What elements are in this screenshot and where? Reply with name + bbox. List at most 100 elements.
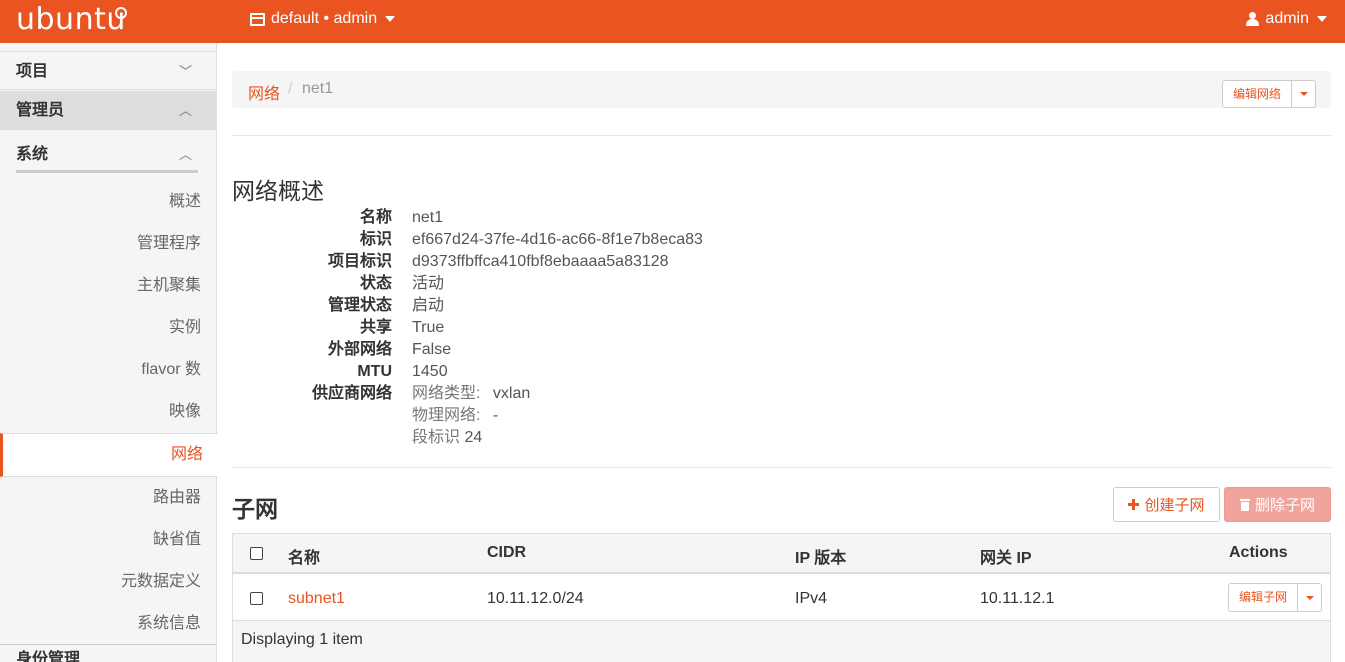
row-actions-dropdown-toggle[interactable] — [1298, 584, 1321, 611]
detail-label: 项目标识 — [327, 253, 392, 270]
caret-down-icon — [385, 16, 396, 22]
top-navbar: ubuntu default • admin admin — [0, 0, 1345, 43]
row-actions-button-group: 编辑子网 — [1228, 583, 1323, 612]
sidebar-section-project[interactable]: 项目 ﹀ — [0, 51, 216, 90]
edit-subnet-button[interactable]: 编辑子网 — [1229, 584, 1299, 611]
detail-label: 状态 — [359, 275, 392, 292]
sidebar-item-metadata-definitions[interactable]: 元数据定义 — [0, 561, 216, 603]
provider-network-type: 网络类型: vxlan — [412, 383, 530, 405]
divider — [232, 467, 1331, 468]
provider-type-value: vxlan — [492, 385, 531, 402]
table-row: subnet1 10.11.12.0/24 IPv4 10.11.12.1 编辑… — [233, 575, 1330, 621]
sidebar-item-system-info[interactable]: 系统信息 — [0, 603, 216, 645]
trash-icon — [1239, 498, 1250, 511]
detail-row-external-network: 外部网络 False — [232, 339, 832, 361]
provider-segment-label: 段标识 — [412, 429, 461, 446]
subnets-heading: 子网 — [232, 496, 278, 522]
column-header-ip-version[interactable]: IP 版本 — [795, 544, 846, 568]
breadcrumb-networks-link[interactable]: 网络 — [248, 80, 280, 104]
column-header-name[interactable]: 名称 — [288, 544, 320, 568]
detail-row-project-id: 项目标识 d9373ffbffca410fbf8ebaaaa5a83128 — [232, 251, 832, 273]
detail-value: 1450 — [412, 363, 448, 380]
detail-value: 活动 — [412, 275, 445, 292]
subnet-ip-version: IPv4 — [795, 590, 828, 607]
provider-type-label: 网络类型: — [412, 385, 481, 402]
create-subnet-label: 创建子网 — [1144, 497, 1205, 514]
chevron-up-icon: ︿ — [178, 103, 192, 118]
select-all-checkbox[interactable] — [250, 547, 263, 560]
sidebar-item-flavors[interactable]: flavor 数 — [0, 349, 216, 391]
row-checkbox[interactable] — [250, 592, 263, 605]
project-selector-label: default • admin — [271, 10, 378, 27]
edit-network-dropdown-toggle[interactable] — [1292, 81, 1315, 107]
detail-label: 外部网络 — [327, 341, 392, 358]
subnet-gateway-ip: 10.11.12.1 — [980, 590, 1055, 607]
column-header-actions: Actions — [1229, 544, 1288, 561]
detail-label: 名称 — [359, 209, 392, 226]
detail-row-mtu: MTU 1450 — [232, 361, 832, 383]
caret-down-icon — [1305, 595, 1314, 600]
project-selector-dropdown[interactable]: default • admin — [250, 10, 396, 28]
user-menu-dropdown[interactable]: admin — [1246, 10, 1327, 28]
ubuntu-logo[interactable]: ubuntu — [16, 2, 126, 37]
delete-subnet-button[interactable]: 删除子网 — [1224, 487, 1331, 522]
detail-value: True — [412, 319, 445, 336]
detail-value: ef667d24-37fe-4d16-ac66-8f1e7b8eca83 — [412, 231, 703, 248]
detail-row-provider-network: 供应商网络 — [232, 383, 832, 405]
detail-value: 启动 — [412, 297, 445, 314]
detail-label: 管理状态 — [327, 297, 392, 314]
overview-heading: 网络概述 — [232, 178, 324, 204]
sidebar-section-identity[interactable]: 身份管理 — [0, 644, 216, 662]
sidebar-section-system[interactable]: 系统 ︿ — [0, 135, 216, 175]
user-menu-label: admin — [1265, 10, 1309, 27]
detail-row-admin-state: 管理状态 启动 — [232, 295, 832, 317]
chevron-up-icon: ︿ — [178, 147, 192, 162]
item-count-text: Displaying 1 item — [241, 631, 363, 648]
sidebar-item-routers[interactable]: 路由器 — [0, 477, 216, 519]
subnets-table: 名称 CIDR IP 版本 网关 IP Actions subnet1 10.1… — [232, 533, 1331, 662]
caret-down-icon — [1299, 92, 1308, 96]
breadcrumb: 网络 / net1 — [232, 71, 1331, 108]
detail-value: False — [412, 341, 452, 358]
edit-network-button[interactable]: 编辑网络 — [1223, 81, 1293, 107]
breadcrumb-current: net1 — [302, 80, 334, 97]
sidebar-section-label: 系统 — [16, 146, 49, 163]
sidebar-item-networks[interactable]: 网络 — [0, 433, 218, 477]
table-header: 名称 CIDR IP 版本 网关 IP Actions — [233, 534, 1330, 574]
column-header-gateway-ip[interactable]: 网关 IP — [980, 544, 1032, 568]
sidebar-section-label: 管理员 — [16, 102, 65, 119]
breadcrumb-separator: / — [288, 80, 293, 97]
detail-row-shared: 共享 True — [232, 317, 832, 339]
detail-label: MTU — [357, 363, 392, 380]
user-icon — [1246, 12, 1260, 26]
detail-row-status: 状态 活动 — [232, 273, 832, 295]
detail-label: 供应商网络 — [311, 385, 392, 402]
chevron-down-icon: ﹀ — [178, 64, 192, 79]
sidebar-item-overview[interactable]: 概述 — [0, 181, 216, 223]
detail-value: d9373ffbffca410fbf8ebaaaa5a83128 — [412, 253, 669, 270]
provider-segment-value: 24 — [464, 429, 483, 446]
provider-physical-label: 物理网络: — [412, 407, 481, 424]
sidebar-item-defaults[interactable]: 缺省值 — [0, 519, 216, 561]
sidebar-item-host-aggregates[interactable]: 主机聚集 — [0, 265, 216, 307]
detail-row-name: 名称 net1 — [232, 207, 832, 229]
detail-value: net1 — [412, 209, 444, 226]
sidebar-item-hypervisors[interactable]: 管理程序 — [0, 223, 216, 265]
table-footer: Displaying 1 item — [233, 621, 1330, 662]
subnet-name-link[interactable]: subnet1 — [288, 590, 345, 608]
create-subnet-button[interactable]: 创建子网 — [1113, 487, 1220, 522]
provider-physical-network: 物理网络: - — [412, 405, 498, 427]
detail-row-id: 标识 ef667d24-37fe-4d16-ac66-8f1e7b8eca83 — [232, 229, 832, 251]
divider — [232, 135, 1331, 136]
sidebar-section-admin[interactable]: 管理员 ︿ — [0, 91, 216, 130]
caret-down-icon — [1317, 16, 1327, 22]
sidebar-item-images[interactable]: 映像 — [0, 391, 216, 433]
section-divider — [16, 170, 198, 173]
provider-segment-id: 段标识 24 — [412, 427, 482, 449]
plus-icon — [1128, 499, 1140, 510]
sidebar: 项目 ﹀ 管理员 ︿ 系统 ︿ 概述 管理程序 主机聚集 实例 flavor 数… — [0, 43, 218, 662]
detail-label: 共享 — [359, 319, 392, 336]
column-header-cidr[interactable]: CIDR — [487, 544, 526, 562]
sidebar-item-instances[interactable]: 实例 — [0, 307, 216, 349]
project-icon — [250, 12, 265, 26]
